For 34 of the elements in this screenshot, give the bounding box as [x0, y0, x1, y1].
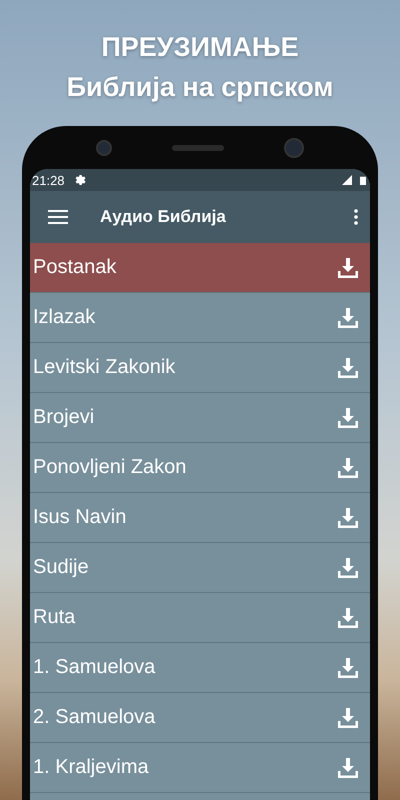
book-row[interactable]: Postanak [30, 243, 370, 293]
book-title: Levitski Zakonik [33, 356, 176, 379]
speaker-grille [172, 144, 224, 150]
book-title: 1. Samuelova [33, 656, 156, 679]
download-icon[interactable] [336, 656, 360, 680]
download-icon[interactable] [336, 706, 360, 730]
book-title: Postanak [33, 256, 118, 279]
status-time: 21:28 [32, 172, 65, 188]
book-title: 2. Samuelova [33, 706, 156, 729]
book-title: Isus Navin [33, 506, 128, 529]
download-icon[interactable] [336, 606, 360, 630]
headline: ПРЕУЗИМАЊЕ [101, 31, 299, 64]
signal-icon [342, 175, 352, 185]
book-title: Ponovljeni Zakon [33, 456, 188, 479]
book-title: Brojevi [33, 406, 96, 429]
camera-icon [96, 140, 112, 156]
battery-icon [360, 174, 366, 186]
download-icon[interactable] [336, 456, 360, 480]
book-title: Izlazak [33, 306, 96, 329]
camera-icon [284, 138, 304, 158]
download-icon[interactable] [336, 256, 360, 280]
app-title: Аудио Библија [100, 207, 227, 227]
book-title: Ruta [33, 606, 76, 629]
download-icon[interactable] [336, 356, 360, 380]
book-title: Sudije [33, 556, 90, 579]
menu-icon[interactable] [48, 210, 68, 224]
download-icon[interactable] [336, 556, 360, 580]
headline: Библија на српском [66, 71, 334, 104]
more-icon[interactable] [354, 209, 358, 225]
download-icon[interactable] [336, 406, 360, 430]
download-icon[interactable] [336, 756, 360, 780]
book-title: 1. Kraljevima [33, 756, 150, 779]
download-icon[interactable] [336, 306, 360, 330]
download-icon[interactable] [336, 506, 360, 530]
